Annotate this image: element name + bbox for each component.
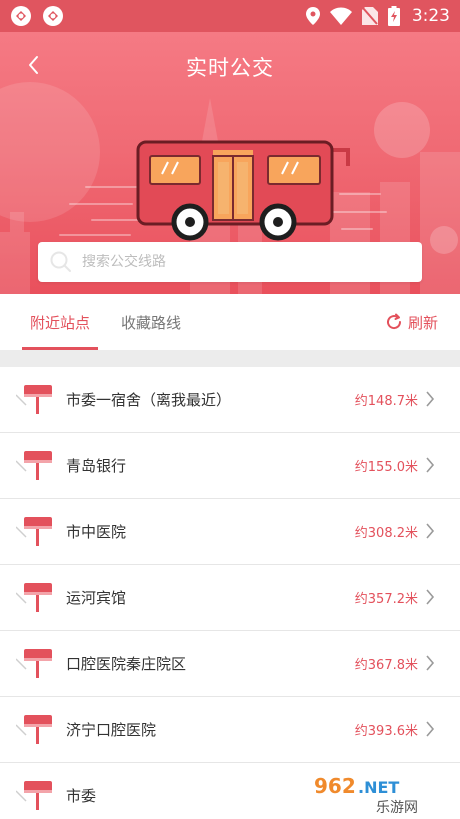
- status-left: [10, 5, 64, 27]
- station-row[interactable]: 市中医院 约308.2米: [0, 499, 460, 565]
- status-time: 3:23: [411, 6, 450, 26]
- station-name: 市中医院: [66, 523, 127, 541]
- chevron-right-icon: [426, 457, 435, 473]
- station-name: 市委: [66, 787, 97, 805]
- svg-text:962: 962: [314, 774, 356, 798]
- station-name: 运河宾馆: [66, 589, 127, 607]
- tab-nearby-stations[interactable]: 附近站点: [21, 294, 99, 350]
- station-row[interactable]: 市委一宿舍（离我最近） 约148.7米: [0, 367, 460, 433]
- station-row[interactable]: 口腔医院秦庄院区 约367.8米: [0, 631, 460, 697]
- station-name: 青岛银行: [66, 457, 127, 475]
- page-title: 实时公交: [186, 56, 274, 80]
- status-bar: 3:23: [0, 0, 460, 32]
- station-name: 市委一宿舍（离我最近）: [66, 391, 232, 409]
- status-right: 3:23: [305, 6, 450, 26]
- station-distance: 约155.0米: [354, 460, 418, 475]
- app-notification-icon: [11, 6, 31, 26]
- bus-stop-icon: [16, 649, 52, 678]
- station-list: 市委一宿舍（离我最近） 约148.7米 青岛银行 约155.0米 市中医院 约3…: [0, 367, 460, 819]
- refresh-icon: [387, 313, 401, 330]
- chevron-right-icon: [426, 589, 435, 605]
- station-distance: 约367.8米: [354, 658, 418, 673]
- watermark-logo: 962 .NET 乐游网: [306, 769, 456, 817]
- tab-favorite-routes[interactable]: 收藏路线: [121, 294, 181, 350]
- station-row[interactable]: 青岛银行 约155.0米: [0, 433, 460, 499]
- search-icon: [48, 249, 74, 275]
- bus-stop-icon: [16, 583, 52, 612]
- bus-stop-icon: [16, 451, 52, 480]
- bus-stop-icon: [16, 715, 52, 744]
- battery-charging-icon: [387, 6, 400, 26]
- station-distance: 约308.2米: [354, 526, 418, 541]
- chevron-right-icon: [426, 721, 435, 737]
- bus-illustration: [136, 140, 350, 241]
- station-distance: 约357.2米: [354, 592, 418, 607]
- bus-stop-icon: [16, 385, 52, 414]
- station-name: 口腔医院秦庄院区: [66, 655, 187, 673]
- chevron-right-icon: [426, 655, 435, 671]
- header-banner: 实时公交: [0, 32, 460, 294]
- tab-bar: 附近站点 收藏路线 刷新: [0, 294, 460, 350]
- bus-stop-icon: [16, 517, 52, 546]
- station-row[interactable]: 运河宾馆 约357.2米: [0, 565, 460, 631]
- wifi-icon: [329, 7, 352, 25]
- refresh-label: 刷新: [407, 313, 438, 332]
- svg-text:乐游网: 乐游网: [376, 800, 418, 816]
- station-name: 济宁口腔医院: [66, 721, 157, 739]
- location-icon: [305, 7, 320, 25]
- station-distance: 约393.6米: [354, 724, 418, 739]
- bus-stop-icon: [16, 781, 52, 810]
- refresh-button[interactable]: 刷新: [385, 294, 438, 350]
- search-box[interactable]: [38, 242, 422, 282]
- station-distance: 约148.7米: [354, 394, 418, 409]
- svg-text:.NET: .NET: [358, 778, 399, 797]
- search-input[interactable]: [82, 254, 382, 270]
- app-notification-icon-2: [43, 6, 63, 26]
- station-row[interactable]: 济宁口腔医院 约393.6米: [0, 697, 460, 763]
- chevron-right-icon: [426, 391, 435, 407]
- chevron-right-icon: [426, 523, 435, 539]
- no-sim-icon: [361, 7, 378, 25]
